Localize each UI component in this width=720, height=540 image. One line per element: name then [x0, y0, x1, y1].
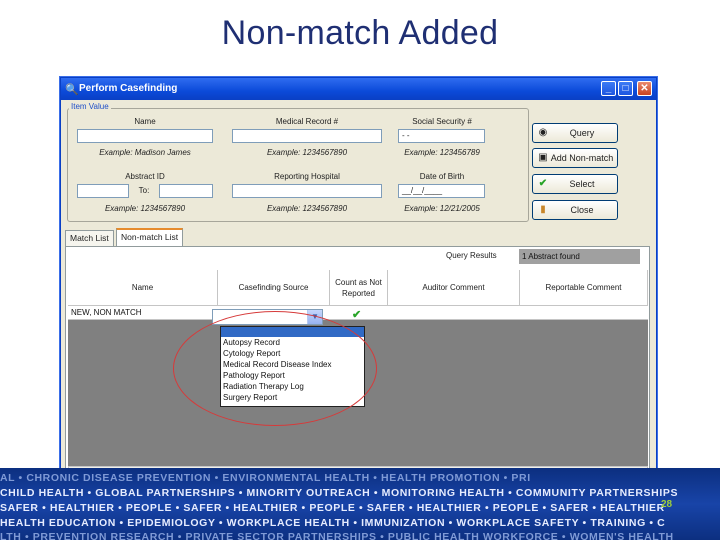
- reporting-hospital-example: Example: 1234567890: [266, 204, 348, 213]
- casefinding-window: 🔍 Perform Casefinding _ □ ✕ Item Value N…: [60, 77, 657, 486]
- tab-match-list[interactable]: Match List: [65, 230, 114, 246]
- medical-record-field[interactable]: [232, 129, 382, 143]
- window-title: Perform Casefinding: [79, 83, 178, 94]
- abstract-id-label: Abstract ID: [125, 172, 165, 181]
- row-name-cell: NEW, NON MATCH: [71, 308, 142, 317]
- page-number: 28: [661, 499, 673, 510]
- banner-line-1: AL • CHRONIC DISEASE PREVENTION • ENVIRO…: [0, 472, 531, 484]
- tab-non-match-list[interactable]: Non-match List: [116, 228, 184, 246]
- date-of-birth-label: Date of Birth: [419, 172, 465, 181]
- column-header-reportable-comment[interactable]: Reportable Comment: [520, 270, 648, 306]
- date-of-birth-example: Example: 12/21/2005: [404, 204, 480, 213]
- query-results-label: Query Results: [446, 251, 497, 260]
- annotation-circle: [173, 311, 377, 426]
- column-header-count-not-reported[interactable]: Count as Not Reported: [330, 270, 388, 306]
- window-titlebar[interactable]: 🔍 Perform Casefinding _ □ ✕: [61, 78, 656, 100]
- abstract-id-to-field[interactable]: [159, 184, 213, 198]
- medical-record-example: Example: 1234567890: [266, 148, 348, 157]
- search-icon: 🔍: [65, 84, 79, 96]
- name-label: Name: [134, 117, 156, 126]
- footer-banner: AL • CHRONIC DISEASE PREVENTION • ENVIRO…: [0, 468, 720, 540]
- banner-line-3: SAFER • HEALTHIER • PEOPLE • SAFER • HEA…: [0, 502, 665, 514]
- reporting-hospital-field[interactable]: [232, 184, 382, 198]
- social-security-label: Social Security #: [412, 117, 472, 126]
- query-button[interactable]: ◉ Query: [532, 123, 618, 143]
- name-field[interactable]: [77, 129, 213, 143]
- column-header-auditor-comment[interactable]: Auditor Comment: [388, 270, 520, 306]
- checkmark-icon: ✔: [538, 178, 548, 189]
- close-window-button[interactable]: ✕: [637, 81, 652, 96]
- new-document-icon: ▣: [538, 152, 548, 163]
- medical-record-label: Medical Record #: [275, 117, 339, 126]
- abstract-id-to-label: To:: [138, 186, 150, 195]
- maximize-button[interactable]: □: [618, 81, 633, 96]
- banner-line-2: CHILD HEALTH • GLOBAL PARTNERSHIPS • MIN…: [0, 487, 679, 499]
- banner-line-5: LTH • PREVENTION RESEARCH • PRIVATE SECT…: [0, 531, 674, 540]
- social-security-example: Example: 123456789: [404, 148, 480, 157]
- minimize-button[interactable]: _: [601, 81, 616, 96]
- column-header-name[interactable]: Name: [68, 270, 218, 306]
- close-button[interactable]: ▮ Close: [532, 200, 618, 220]
- name-example: Example: Madison James: [99, 148, 191, 157]
- binoculars-icon: ◉: [538, 127, 548, 138]
- social-security-field[interactable]: - -: [398, 129, 485, 143]
- banner-line-4: HEALTH EDUCATION • EPIDEMIOLOGY • WORKPL…: [0, 517, 666, 529]
- reporting-hospital-label: Reporting Hospital: [274, 172, 340, 181]
- query-results-value: 1 Abstract found: [519, 249, 640, 264]
- count-not-reported-check-icon[interactable]: ✔: [352, 308, 361, 321]
- slide-title: Non-match Added: [221, 14, 499, 52]
- door-icon: ▮: [540, 204, 546, 215]
- select-button[interactable]: ✔ Select: [532, 174, 618, 194]
- abstract-id-from-field[interactable]: [77, 184, 129, 198]
- group-title: Item Value: [69, 102, 111, 111]
- abstract-id-example: Example: 1234567890: [104, 204, 186, 213]
- column-header-casefinding-source[interactable]: Casefinding Source: [218, 270, 330, 306]
- date-of-birth-field[interactable]: __/__/____: [398, 184, 485, 198]
- add-non-match-button[interactable]: ▣ Add Non-match: [532, 148, 618, 168]
